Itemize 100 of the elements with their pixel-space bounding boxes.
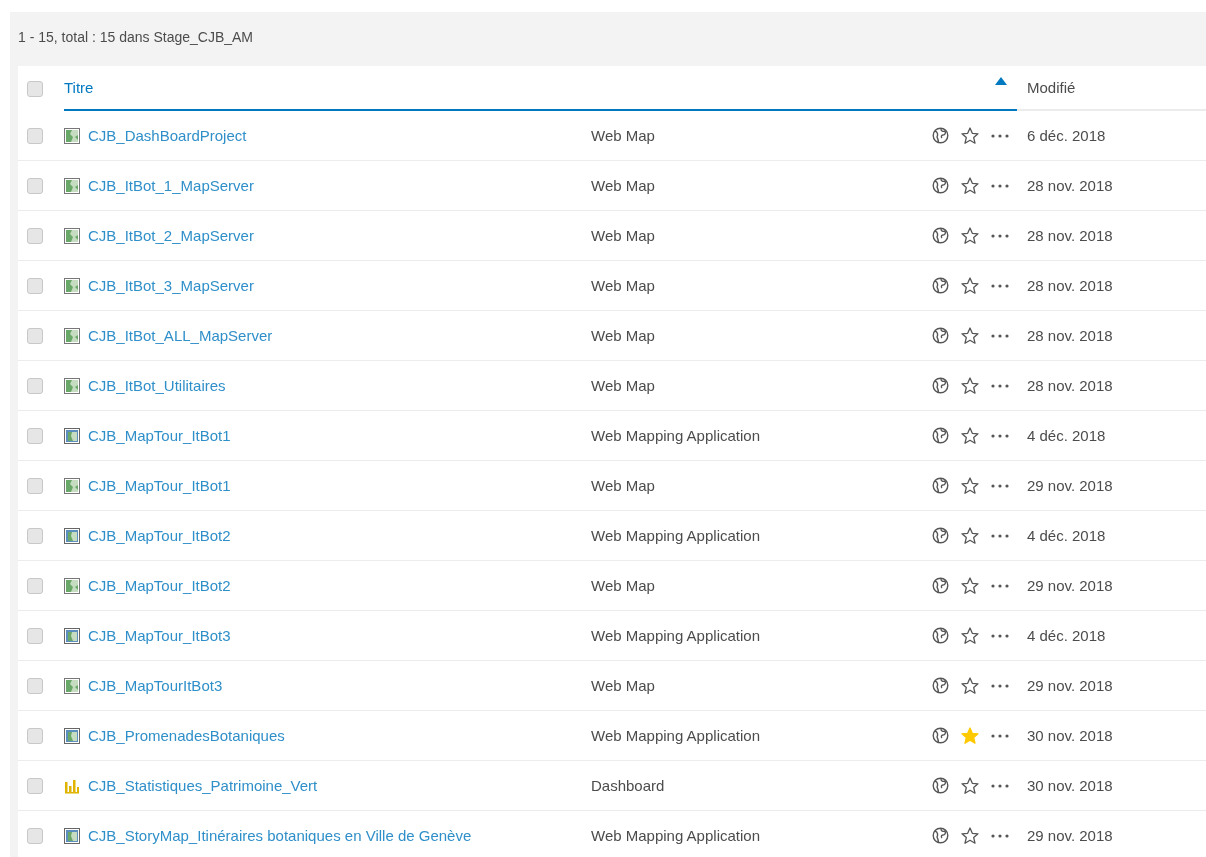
more-options-icon[interactable] [991, 183, 1009, 188]
item-type: Web Map [591, 177, 656, 194]
globe-icon[interactable] [932, 477, 949, 494]
filled-star-icon[interactable] [961, 727, 979, 744]
item-type: Web Mapping Application [591, 527, 761, 544]
item-title-link[interactable]: CJB_MapTour_ItBot1 [88, 477, 231, 494]
star-icon[interactable] [961, 677, 979, 694]
checkbox[interactable] [27, 127, 43, 144]
checkbox[interactable] [27, 227, 43, 244]
more-options-icon[interactable] [991, 283, 1009, 288]
item-title-link[interactable]: CJB_ItBot_Utilitaires [88, 377, 226, 394]
map-icon [64, 277, 80, 294]
star-icon[interactable] [961, 527, 979, 544]
checkbox[interactable] [27, 827, 43, 844]
globe-icon[interactable] [932, 427, 949, 444]
item-title-link[interactable]: CJB_MapTour_ItBot2 [88, 577, 231, 594]
item-title-link[interactable]: CJB_ItBot_2_MapServer [88, 227, 254, 244]
more-options-icon[interactable] [991, 783, 1009, 788]
globe-icon[interactable] [932, 677, 949, 694]
star-icon[interactable] [961, 377, 979, 394]
map-icon [64, 327, 80, 344]
sort-arrow-icon[interactable] [995, 76, 1007, 85]
item-type: Web Map [591, 327, 656, 344]
column-header[interactable]: Modifié [1027, 79, 1076, 96]
checkbox[interactable] [27, 277, 43, 294]
more-options-icon[interactable] [991, 333, 1009, 338]
globe-icon[interactable] [932, 227, 949, 244]
star-icon[interactable] [961, 477, 979, 494]
more-options-icon[interactable] [991, 433, 1009, 438]
checkbox[interactable] [27, 577, 43, 594]
modified-date: 29 nov. 2018 [1026, 577, 1114, 594]
modified-date: 30 nov. 2018 [1026, 777, 1114, 794]
item-type: Web Map [591, 577, 656, 594]
item-title-link[interactable]: CJB_ItBot_1_MapServer [88, 177, 254, 194]
star-icon[interactable] [961, 277, 979, 294]
item-type: Web Map [591, 677, 656, 694]
item-title-link[interactable]: CJB_PromenadesBotaniques [88, 727, 285, 744]
globe-icon[interactable] [932, 627, 949, 644]
checkbox[interactable] [27, 377, 43, 394]
checkbox[interactable] [27, 327, 43, 344]
checkbox[interactable] [27, 677, 43, 694]
item-title-link[interactable]: CJB_MapTour_ItBot3 [88, 627, 231, 644]
globe-icon[interactable] [932, 577, 949, 594]
more-options-icon[interactable] [991, 683, 1009, 688]
app-icon [64, 727, 80, 744]
modified-date: 4 déc. 2018 [1026, 627, 1107, 644]
checkbox[interactable] [27, 627, 43, 644]
item-title-link[interactable]: CJB_Statistiques_Patrimoine_Vert [88, 777, 318, 794]
more-options-icon[interactable] [991, 633, 1009, 638]
more-options-icon[interactable] [991, 383, 1009, 388]
star-icon[interactable] [961, 827, 979, 844]
star-icon[interactable] [961, 127, 979, 144]
checkbox[interactable] [27, 177, 43, 194]
more-options-icon[interactable] [991, 133, 1009, 138]
star-icon[interactable] [961, 327, 979, 344]
column-header[interactable]: Titre [64, 79, 94, 96]
checkbox[interactable] [27, 527, 43, 544]
map-icon [64, 177, 80, 194]
star-icon[interactable] [961, 427, 979, 444]
item-title-link[interactable]: CJB_MapTour_ItBot2 [88, 527, 231, 544]
globe-icon[interactable] [932, 377, 949, 394]
checkbox[interactable] [27, 727, 43, 744]
item-title-link[interactable]: CJB_StoryMap_Itinéraires botaniques en Ville de Genève [88, 827, 472, 844]
item-title-link[interactable]: CJB_DashBoardProject [88, 127, 247, 144]
map-icon [64, 477, 80, 494]
globe-icon[interactable] [932, 327, 949, 344]
globe-icon[interactable] [932, 177, 949, 194]
checkbox[interactable] [27, 80, 43, 97]
item-title-link[interactable]: CJB_MapTourItBot3 [88, 677, 223, 694]
more-options-icon[interactable] [991, 733, 1009, 738]
modified-date: 29 nov. 2018 [1026, 827, 1114, 844]
checkbox[interactable] [27, 777, 43, 794]
more-options-icon[interactable] [991, 483, 1009, 488]
modified-date: 28 nov. 2018 [1026, 377, 1114, 394]
item-type: Web Map [591, 227, 656, 244]
item-type: Web Mapping Application [591, 627, 761, 644]
more-options-icon[interactable] [991, 583, 1009, 588]
more-options-icon[interactable] [991, 233, 1009, 238]
item-title-link[interactable]: CJB_ItBot_ALL_MapServer [88, 327, 273, 344]
globe-icon[interactable] [932, 777, 949, 794]
globe-icon[interactable] [932, 527, 949, 544]
map-icon [64, 227, 80, 244]
item-type: Web Mapping Application [591, 427, 761, 444]
star-icon[interactable] [961, 227, 979, 244]
globe-icon[interactable] [932, 277, 949, 294]
more-options-icon[interactable] [991, 833, 1009, 838]
checkbox[interactable] [27, 427, 43, 444]
checkbox[interactable] [27, 477, 43, 494]
star-icon[interactable] [961, 777, 979, 794]
more-options-icon[interactable] [991, 533, 1009, 538]
globe-icon[interactable] [932, 727, 949, 744]
globe-icon[interactable] [932, 827, 949, 844]
star-icon[interactable] [961, 627, 979, 644]
star-icon[interactable] [961, 177, 979, 194]
modified-date: 4 déc. 2018 [1026, 527, 1107, 544]
globe-icon[interactable] [932, 127, 949, 144]
item-type: Web Map [591, 277, 656, 294]
star-icon[interactable] [961, 577, 979, 594]
item-title-link[interactable]: CJB_MapTour_ItBot1 [88, 427, 231, 444]
item-title-link[interactable]: CJB_ItBot_3_MapServer [88, 277, 254, 294]
